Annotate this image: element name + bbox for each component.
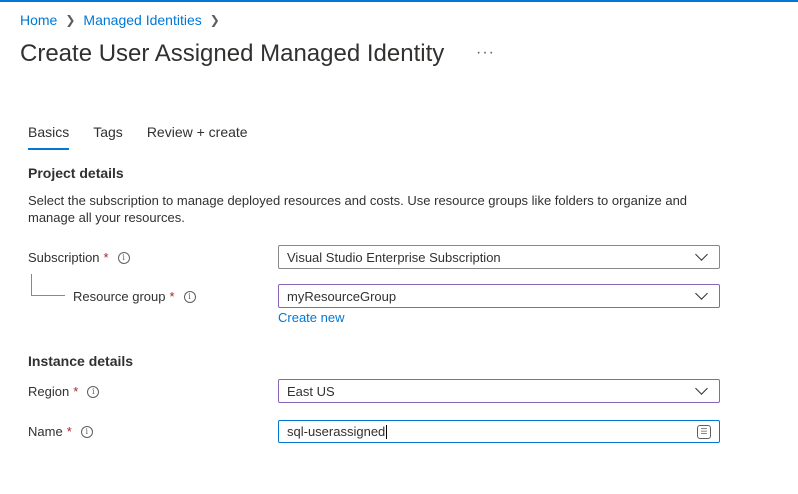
subscription-dropdown[interactable]: Visual Studio Enterprise Subscription [278,245,720,269]
required-marker: * [66,424,72,439]
instance-details-heading: Instance details [28,353,134,369]
info-icon[interactable]: i [183,290,196,303]
create-new-resource-group-link[interactable]: Create new [278,310,344,325]
name-label-text: Name [28,424,63,439]
info-icon[interactable]: i [80,425,93,438]
chevron-down-icon [695,287,708,300]
project-details-description: Select the subscription to manage deploy… [28,193,688,225]
name-value: sql-userassigned [287,423,386,439]
required-marker: * [169,289,175,304]
region-value: East US [287,383,335,399]
resource-group-dropdown[interactable]: myResourceGroup [278,284,720,308]
resource-group-value: myResourceGroup [287,288,397,304]
breadcrumb-managed-identities-link[interactable]: Managed Identities [83,12,201,28]
region-dropdown[interactable]: East US [278,379,720,403]
subscription-value: Visual Studio Enterprise Subscription [287,249,501,265]
tab-review-create[interactable]: Review + create [147,124,248,150]
subscription-label-text: Subscription [28,250,100,265]
info-icon[interactable]: i [117,251,130,264]
name-input-text: sql-userassigned [287,423,388,440]
breadcrumb: Home ❯ Managed Identities ❯ [20,12,228,28]
text-caret [386,425,388,440]
more-options-icon[interactable]: ··· [476,44,495,62]
region-label: Region * i [28,384,100,399]
info-icon[interactable]: i [87,385,100,398]
tab-tags[interactable]: Tags [93,124,123,150]
tree-connector [31,274,65,296]
chevron-right-icon: ❯ [65,13,76,27]
region-label-text: Region [28,384,70,399]
subscription-label: Subscription * i [28,250,130,265]
chevron-right-icon: ❯ [209,13,220,27]
page-title: Create User Assigned Managed Identity [20,40,445,67]
resource-group-label-text: Resource group [73,289,166,304]
name-input[interactable]: sql-userassigned ☰ [278,420,720,443]
password-manager-icon[interactable]: ☰ [697,424,711,439]
required-marker: * [73,384,79,399]
chevron-down-icon [695,382,708,395]
name-label: Name * i [28,424,93,439]
project-details-heading: Project details [28,165,124,181]
chevron-down-icon [695,248,708,261]
top-accent-line [0,0,798,2]
tab-basics[interactable]: Basics [28,124,70,150]
required-marker: * [103,250,109,265]
tab-bar: Basics Tags Review + create [28,124,272,150]
breadcrumb-home-link[interactable]: Home [20,12,57,28]
resource-group-label: Resource group * i [73,289,196,304]
